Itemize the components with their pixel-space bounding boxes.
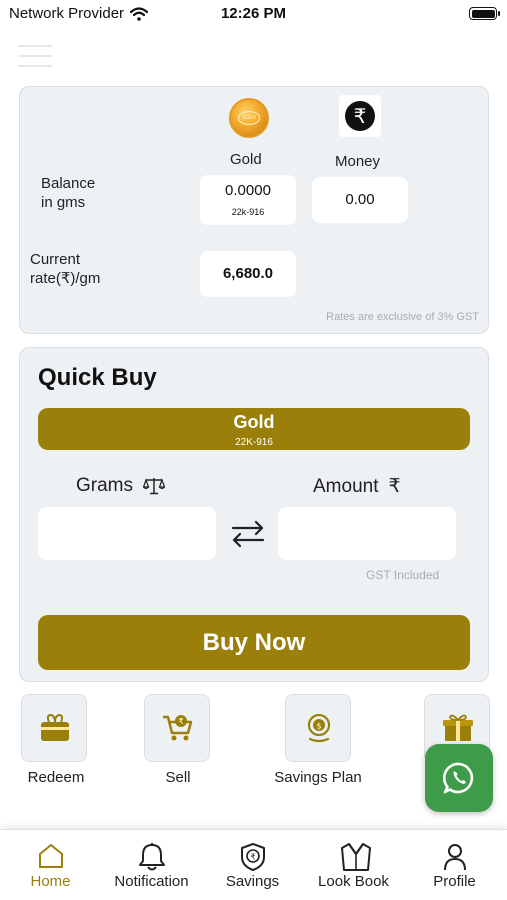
amount-label: Amount bbox=[313, 475, 379, 497]
gift-card-icon bbox=[41, 713, 69, 741]
metal-tab-purity: 22K-916 bbox=[235, 437, 273, 448]
redeem-button[interactable] bbox=[21, 694, 87, 762]
grams-label-group: Grams bbox=[76, 475, 165, 497]
grams-input[interactable] bbox=[38, 507, 216, 560]
metal-tab-gold[interactable]: Gold 22K-916 bbox=[38, 408, 470, 450]
bell-icon bbox=[139, 843, 165, 871]
clock: 12:26 PM bbox=[220, 5, 287, 22]
nav-home-label: Home bbox=[30, 873, 71, 890]
gold-coin-icon: GOLD bbox=[229, 98, 269, 138]
balance-label-line2: in gms bbox=[41, 194, 86, 211]
nav-profile-label: Profile bbox=[433, 873, 476, 890]
user-icon bbox=[444, 844, 466, 871]
gold-column-header: Gold bbox=[230, 151, 262, 168]
whatsapp-button[interactable] bbox=[425, 744, 493, 812]
grams-label: Grams bbox=[76, 475, 133, 496]
nav-savings[interactable]: ₹ Savings bbox=[202, 830, 303, 900]
coin-hand-icon: $ bbox=[307, 713, 331, 743]
scale-icon bbox=[143, 478, 165, 495]
amount-label-group: Amount ₹ bbox=[313, 475, 401, 498]
nav-look-book-label: Look Book bbox=[318, 873, 389, 890]
gst-included-note: GST Included bbox=[366, 568, 440, 582]
menu-icon[interactable] bbox=[18, 45, 52, 67]
nav-notification-label: Notification bbox=[114, 873, 189, 890]
balance-label: Balance in gms bbox=[41, 174, 95, 212]
gold-purity: 22k-916 bbox=[231, 207, 265, 217]
savings-plan-button[interactable]: $ bbox=[285, 694, 351, 762]
home-icon bbox=[39, 844, 63, 868]
gold-balance-value: 0.0000 bbox=[225, 182, 271, 199]
metal-tab-label: Gold bbox=[233, 412, 275, 432]
quick-buy-title: Quick Buy bbox=[38, 364, 157, 391]
cart-icon: ₹ bbox=[163, 715, 193, 741]
gst-note: Rates are exclusive of 3% GST bbox=[326, 311, 479, 323]
rupee-icon: ₹ bbox=[339, 95, 381, 137]
money-balance-box: 0.00 bbox=[312, 177, 408, 223]
rate-label-line2: rate(₹)/gm bbox=[30, 270, 101, 287]
status-bar: Network Provider 12:26 PM bbox=[0, 0, 507, 28]
buy-now-button[interactable]: Buy Now bbox=[38, 615, 470, 670]
rupee-symbol: ₹ bbox=[388, 476, 401, 497]
outfit-icon bbox=[341, 843, 371, 871]
nav-savings-label: Savings bbox=[225, 873, 280, 890]
svg-text:₹: ₹ bbox=[250, 853, 255, 862]
sell-label: Sell bbox=[165, 769, 191, 786]
savings-badge-icon: ₹ bbox=[241, 843, 265, 871]
whatsapp-icon bbox=[442, 762, 474, 794]
money-column-header: Money bbox=[335, 153, 381, 170]
gold-balance-box: 0.0000 22k-916 bbox=[200, 175, 296, 225]
nav-home[interactable]: Home bbox=[0, 830, 101, 900]
bottom-navigation: Home Notification ₹ Savings Look Book Pr… bbox=[0, 829, 507, 900]
rate-label-line1: Current bbox=[30, 251, 81, 268]
current-rate-box: 6,680.0 bbox=[200, 251, 296, 297]
nav-profile[interactable]: Profile bbox=[404, 830, 505, 900]
battery-icon bbox=[469, 7, 500, 20]
redeem-label: Redeem bbox=[27, 769, 85, 786]
svg-text:₹: ₹ bbox=[178, 717, 183, 726]
savings-plan-label: Savings Plan bbox=[274, 769, 362, 786]
rate-label: Current rate(₹)/gm bbox=[30, 250, 100, 288]
balance-label-line1: Balance bbox=[41, 175, 96, 192]
amount-input[interactable] bbox=[278, 507, 456, 560]
svg-text:$: $ bbox=[316, 722, 321, 731]
current-rate-value: 6,680.0 bbox=[222, 265, 274, 282]
money-balance-value: 0.00 bbox=[345, 191, 375, 208]
nav-look-book[interactable]: Look Book bbox=[303, 830, 404, 900]
sell-button[interactable]: ₹ bbox=[144, 694, 210, 762]
nav-notification[interactable]: Notification bbox=[101, 830, 202, 900]
gift-box-icon bbox=[443, 714, 473, 741]
swap-icon[interactable] bbox=[229, 517, 267, 551]
